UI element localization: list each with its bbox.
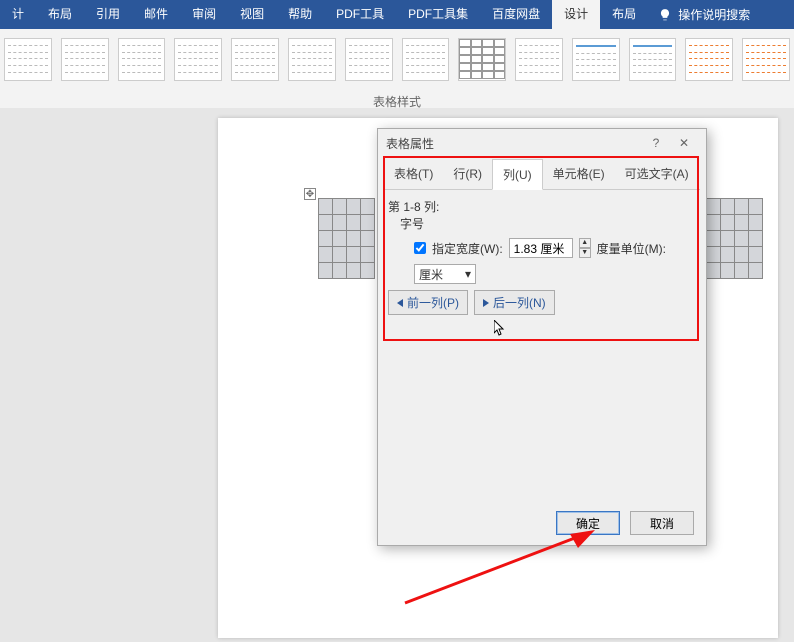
ribbon-tab-design[interactable]: 设计 bbox=[552, 0, 600, 29]
ribbon-tab[interactable]: 视图 bbox=[228, 0, 276, 29]
tell-me-label: 操作说明搜索 bbox=[678, 6, 750, 23]
dialog-body: 第 1-8 列: 字号 指定宽度(W): ▲ ▼ 度量单位(M): 厘米 ▾ 前… bbox=[378, 190, 706, 329]
lightbulb-icon bbox=[658, 8, 672, 22]
ribbon-tabs: 计 布局 引用 邮件 审阅 视图 帮助 PDF工具 PDF工具集 百度网盘 设计… bbox=[0, 0, 794, 29]
prev-col-label: 前一列(P) bbox=[407, 294, 459, 311]
size-group-label: 字号 bbox=[400, 215, 696, 232]
table-style-thumb[interactable] bbox=[629, 38, 677, 81]
ribbon-tab[interactable]: 布局 bbox=[600, 0, 648, 29]
table-style-thumb[interactable] bbox=[61, 38, 109, 81]
table-properties-dialog: 表格属性 ? ✕ 表格(T) 行(R) 列(U) 单元格(E) 可选文字(A) … bbox=[377, 128, 707, 546]
table-style-thumb[interactable] bbox=[572, 38, 620, 81]
tab-alttext[interactable]: 可选文字(A) bbox=[615, 159, 699, 189]
unit-value: 厘米 bbox=[419, 266, 443, 283]
ribbon-tab[interactable]: PDF工具 bbox=[324, 0, 396, 29]
prev-column-button[interactable]: 前一列(P) bbox=[388, 290, 468, 315]
ribbon-tab[interactable]: 布局 bbox=[36, 0, 84, 29]
doc-table-left[interactable] bbox=[318, 198, 375, 279]
tab-column[interactable]: 列(U) bbox=[492, 159, 543, 190]
doc-table-right[interactable] bbox=[706, 198, 763, 279]
table-style-thumb[interactable] bbox=[515, 38, 563, 81]
tab-cell[interactable]: 单元格(E) bbox=[543, 159, 615, 189]
tab-row[interactable]: 行(R) bbox=[443, 159, 492, 189]
table-style-thumb[interactable] bbox=[231, 38, 279, 81]
cancel-button[interactable]: 取消 bbox=[630, 511, 694, 535]
ok-button[interactable]: 确定 bbox=[556, 511, 620, 535]
tell-me-search[interactable]: 操作说明搜索 bbox=[648, 6, 760, 23]
ribbon-tab[interactable]: 计 bbox=[0, 0, 36, 29]
chevron-down-icon: ▾ bbox=[465, 267, 471, 281]
table-style-thumb[interactable] bbox=[402, 38, 450, 81]
next-col-label: 后一列(N) bbox=[493, 294, 546, 311]
ribbon-tab[interactable]: 审阅 bbox=[180, 0, 228, 29]
ribbon-tab[interactable]: 百度网盘 bbox=[480, 0, 552, 29]
dialog-footer: 确定 取消 bbox=[556, 511, 694, 535]
ribbon-tab[interactable]: 帮助 bbox=[276, 0, 324, 29]
arrow-left-icon bbox=[397, 299, 403, 307]
table-style-thumb[interactable] bbox=[118, 38, 166, 81]
dialog-title: 表格属性 bbox=[386, 135, 642, 152]
width-input[interactable] bbox=[509, 238, 573, 258]
unit-label: 度量单位(M): bbox=[597, 240, 666, 257]
table-style-thumb[interactable] bbox=[4, 38, 52, 81]
width-spinner[interactable]: ▲ ▼ bbox=[579, 238, 591, 258]
table-styles-gallery bbox=[0, 29, 794, 89]
table-style-thumb[interactable] bbox=[458, 38, 506, 81]
unit-select[interactable]: 厘米 ▾ bbox=[414, 264, 476, 284]
table-move-handle[interactable]: ✥ bbox=[304, 188, 316, 200]
arrow-right-icon bbox=[483, 299, 489, 307]
ribbon-tab[interactable]: 引用 bbox=[84, 0, 132, 29]
column-range-label: 第 1-8 列: bbox=[388, 198, 696, 215]
ribbon-tab[interactable]: 邮件 bbox=[132, 0, 180, 29]
tab-table[interactable]: 表格(T) bbox=[384, 159, 443, 189]
spin-up-icon[interactable]: ▲ bbox=[579, 238, 591, 248]
close-button[interactable]: ✕ bbox=[670, 136, 698, 150]
table-style-thumb[interactable] bbox=[345, 38, 393, 81]
dialog-titlebar[interactable]: 表格属性 ? ✕ bbox=[378, 129, 706, 157]
table-style-thumb[interactable] bbox=[288, 38, 336, 81]
help-button[interactable]: ? bbox=[642, 136, 670, 150]
specify-width-label: 指定宽度(W): bbox=[432, 240, 503, 257]
ribbon-tab[interactable]: PDF工具集 bbox=[396, 0, 480, 29]
specify-width-checkbox[interactable] bbox=[414, 242, 426, 254]
dialog-tabs: 表格(T) 行(R) 列(U) 单元格(E) 可选文字(A) bbox=[384, 159, 700, 190]
table-style-thumb[interactable] bbox=[174, 38, 222, 81]
table-style-thumb[interactable] bbox=[742, 38, 790, 81]
spin-down-icon[interactable]: ▼ bbox=[579, 248, 591, 258]
next-column-button[interactable]: 后一列(N) bbox=[474, 290, 555, 315]
table-style-thumb[interactable] bbox=[685, 38, 733, 81]
